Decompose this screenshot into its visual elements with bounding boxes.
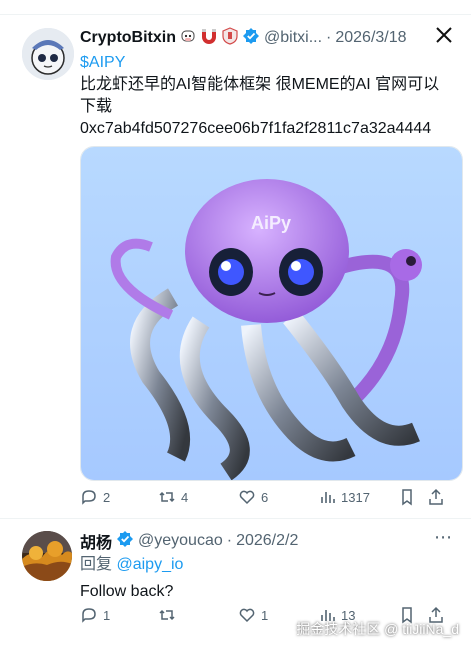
x-logo-icon[interactable] (435, 26, 453, 49)
retweet-icon (159, 491, 175, 503)
watermark: 掘金技术社区 @ tiiJiiNa_d (296, 621, 459, 637)
author-handle[interactable]: @yeyoucao (138, 532, 223, 550)
tweet-text-line-3: 0xc7ab4fd507276cee06b7f1fa2f2811c7a32a44… (80, 120, 432, 137)
retweet-icon (159, 609, 175, 621)
retweet-count: 4 (181, 489, 189, 505)
tweet-header: CryptoBitxin @bitxi... · 2026/3/18 (80, 26, 407, 50)
tweet-cryptobitxin[interactable]: CryptoBitxin @bitxi... · 2026/3/18 $AIPY… (0, 14, 471, 519)
post-date[interactable]: 2026/2/2 (236, 532, 298, 550)
avatar[interactable] (22, 28, 74, 80)
reply-count: 1 (103, 607, 111, 623)
reply-context: 回复 @aipy_io (80, 554, 183, 575)
separator: · (326, 29, 332, 46)
like-icon (239, 608, 255, 623)
retweet-button[interactable]: 4 (158, 488, 188, 506)
views-button[interactable]: 1317 (318, 488, 370, 506)
bookmark-button[interactable] (398, 488, 416, 506)
verified-badge-icon (242, 27, 260, 50)
views-count: 1317 (341, 489, 370, 505)
bookmark-icon (402, 489, 412, 506)
like-button[interactable]: 1 (238, 606, 268, 624)
tweet-text: Follow back? (80, 583, 174, 600)
shield-emoji-icon (221, 26, 239, 50)
retweet-button[interactable] (158, 606, 181, 624)
author-name[interactable]: CryptoBitxin (80, 29, 176, 47)
tweet-text-line-1: 比龙虾还早的AI智能体框架 很MEME的AI 官网可以 (80, 76, 440, 93)
avatar[interactable] (22, 531, 72, 581)
previous-tweet-actions-strip (0, 0, 471, 15)
author-handle[interactable]: @bitxi... (264, 29, 322, 47)
share-button[interactable] (427, 488, 445, 506)
magnet-emoji-icon (200, 27, 218, 50)
reply-icon (82, 490, 96, 505)
verified-badge-icon (116, 530, 134, 553)
image-label: AiPy (251, 213, 291, 233)
tweet-text-line-2: 下载 (80, 98, 113, 115)
views-icon (321, 492, 335, 503)
like-icon (239, 490, 255, 505)
reply-button[interactable]: 1 (80, 606, 110, 624)
like-count: 1 (261, 607, 269, 623)
post-date[interactable]: 2026/3/18 (335, 29, 406, 47)
tweet-actions: 2 4 6 1317 (80, 488, 450, 514)
reply-prefix: 回复 (80, 556, 113, 573)
like-button[interactable]: 6 (238, 488, 268, 506)
author-name[interactable]: 胡杨 (80, 529, 112, 553)
cow-emoji-icon (179, 27, 197, 50)
tweet-media-image[interactable]: AiPy (80, 146, 463, 481)
reply-mention[interactable]: @aipy_io (116, 556, 183, 573)
like-count: 6 (261, 489, 269, 505)
reply-icon (82, 608, 96, 623)
separator: · (226, 532, 233, 549)
reply-count: 2 (103, 489, 111, 505)
share-icon (429, 488, 443, 505)
tweet-ticker[interactable]: $AIPY (80, 52, 125, 73)
more-options-icon[interactable]: ⋯ (434, 527, 453, 548)
tweet-header: 胡杨 @yeyoucao · 2026/2/2 (80, 529, 298, 553)
reply-button[interactable]: 2 (80, 488, 110, 506)
